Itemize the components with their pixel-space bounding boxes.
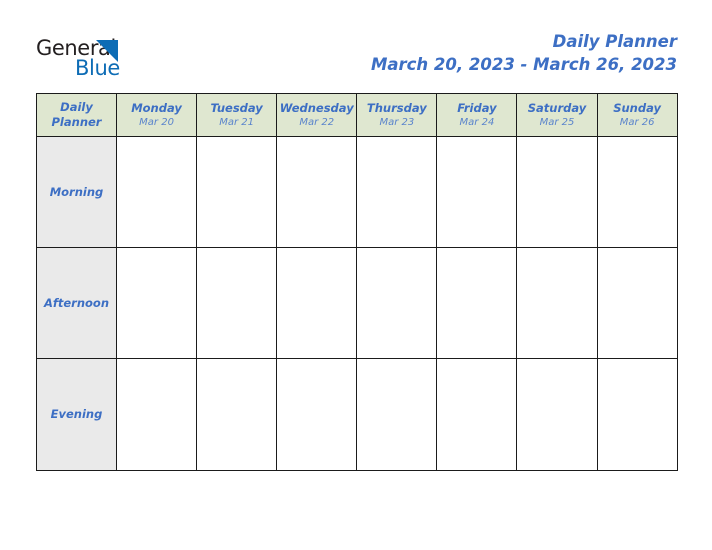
slot-evening-saturday[interactable] [516, 358, 598, 471]
column-header-friday: Friday Mar 24 [436, 93, 518, 137]
period-label-text: Evening [50, 407, 103, 421]
slot-morning-monday[interactable] [115, 136, 198, 248]
column-header-wednesday: Wednesday Mar 22 [276, 93, 358, 137]
slot-evening-monday[interactable] [115, 358, 198, 471]
slot-afternoon-wednesday[interactable] [276, 247, 358, 359]
table-row: Afternoon [36, 247, 678, 359]
slot-evening-sunday[interactable] [596, 358, 678, 471]
slot-morning-sunday[interactable] [596, 136, 678, 248]
day-name: Friday [457, 100, 497, 115]
slot-evening-wednesday[interactable] [276, 358, 358, 471]
column-header-monday: Monday Mar 20 [115, 93, 198, 137]
day-date: Mar 21 [219, 116, 255, 128]
column-header-sunday: Sunday Mar 26 [596, 93, 678, 137]
slot-afternoon-saturday[interactable] [516, 247, 598, 359]
date-range: March 20, 2023 - March 26, 2023 [370, 55, 677, 74]
day-date: Mar 23 [379, 116, 415, 128]
table-corner-cell: Daily Planner [36, 93, 117, 137]
day-name: Wednesday [279, 100, 354, 115]
slot-evening-thursday[interactable] [356, 358, 438, 471]
slot-morning-saturday[interactable] [516, 136, 598, 248]
slot-afternoon-thursday[interactable] [356, 247, 438, 359]
brand-name-blue: Blue [75, 56, 120, 80]
day-date: Mar 24 [459, 116, 495, 128]
slot-afternoon-sunday[interactable] [596, 247, 678, 359]
day-name: Sunday [613, 100, 661, 115]
day-date: Mar 20 [139, 116, 174, 128]
day-name: Tuesday [210, 100, 263, 115]
column-header-thursday: Thursday Mar 23 [356, 93, 438, 137]
slot-morning-tuesday[interactable] [196, 136, 278, 248]
table-row: Evening [36, 358, 678, 471]
day-name: Monday [131, 100, 182, 115]
day-date: Mar 25 [539, 116, 575, 128]
title-block: Daily Planner March 20, 2023 - March 26,… [371, 31, 677, 76]
slot-afternoon-tuesday[interactable] [196, 247, 278, 359]
column-header-tuesday: Tuesday Mar 21 [196, 93, 278, 137]
slot-evening-tuesday[interactable] [196, 358, 278, 471]
day-name: Thursday [366, 100, 427, 115]
corner-label-line1: Daily [60, 100, 93, 114]
table-header-row: Daily Planner Monday Mar 20 Tuesday Mar … [36, 93, 678, 137]
day-name: Saturday [527, 100, 587, 115]
period-label-afternoon: Afternoon [36, 247, 117, 359]
period-label-evening: Evening [36, 358, 117, 471]
slot-morning-thursday[interactable] [356, 136, 438, 248]
slot-afternoon-friday[interactable] [436, 247, 518, 359]
column-header-saturday: Saturday Mar 25 [516, 93, 598, 137]
slot-afternoon-monday[interactable] [115, 247, 198, 359]
day-date: Mar 26 [619, 116, 655, 128]
weekly-planner-table: Daily Planner Monday Mar 20 Tuesday Mar … [36, 93, 678, 471]
table-row: Morning [36, 136, 678, 248]
day-date: Mar 22 [299, 116, 335, 128]
brand-logo[interactable]: General Blue [36, 36, 256, 82]
page-title: Daily Planner [552, 32, 677, 51]
corner-label-line2: Planner [51, 115, 102, 129]
period-label-morning: Morning [36, 136, 117, 248]
slot-evening-friday[interactable] [436, 358, 518, 471]
slot-morning-friday[interactable] [436, 136, 518, 248]
slot-morning-wednesday[interactable] [276, 136, 358, 248]
period-label-text: Morning [49, 184, 104, 199]
period-label-text: Afternoon [43, 295, 110, 310]
page-header: General Blue Daily Planner March 20, 202… [0, 0, 712, 93]
